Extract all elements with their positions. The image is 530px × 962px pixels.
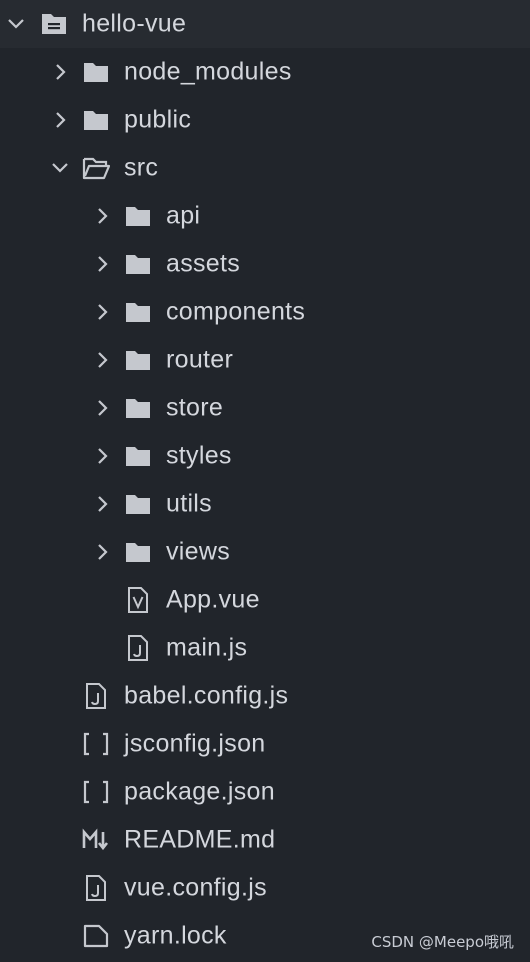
tree-item-label: router — [166, 345, 234, 374]
tree-item-label: babel.config.js — [124, 681, 289, 710]
tree-item-label: App.vue — [166, 585, 260, 614]
tree-item-label: assets — [166, 249, 241, 278]
tree-item-assets[interactable]: assets — [0, 240, 530, 288]
chevron-right-icon[interactable] — [48, 108, 72, 132]
folder-open-icon — [82, 154, 110, 182]
tree-item-label: public — [124, 105, 192, 134]
folder-icon — [82, 58, 110, 86]
tree-item-label: utils — [166, 489, 212, 518]
folder-icon — [124, 202, 152, 230]
tree-item-app-vue[interactable]: App.vue — [0, 576, 530, 624]
tree-item-label: views — [166, 537, 231, 566]
folder-icon — [124, 490, 152, 518]
markdown-file-icon — [82, 826, 110, 854]
json-file-icon — [82, 730, 110, 758]
folder-icon — [82, 106, 110, 134]
watermark: CSDN @Meepo哦吼 — [371, 933, 514, 951]
tree-item-label: package.json — [124, 777, 275, 806]
file-icon — [82, 922, 110, 950]
tree-item-label: components — [166, 297, 306, 326]
tree-item-label: vue.config.js — [124, 873, 267, 902]
folder-open-icon — [40, 10, 68, 38]
tree-item-label: main.js — [166, 633, 248, 662]
tree-item-hello-vue[interactable]: hello-vue — [0, 0, 530, 48]
tree-item-label: node_modules — [124, 57, 292, 86]
tree-item-label: jsconfig.json — [124, 729, 266, 758]
tree-item-label: README.md — [124, 825, 276, 854]
chevron-right-icon[interactable] — [90, 300, 114, 324]
tree-item-public[interactable]: public — [0, 96, 530, 144]
tree-item-views[interactable]: views — [0, 528, 530, 576]
chevron-down-icon[interactable] — [48, 156, 72, 180]
tree-item-router[interactable]: router — [0, 336, 530, 384]
folder-icon — [124, 250, 152, 278]
tree-item-api[interactable]: api — [0, 192, 530, 240]
tree-item-styles[interactable]: styles — [0, 432, 530, 480]
chevron-right-icon[interactable] — [48, 60, 72, 84]
tree-item-label: styles — [166, 441, 232, 470]
tree-item-label: src — [124, 153, 159, 182]
js-file-icon — [82, 682, 110, 710]
vue-file-icon — [124, 586, 152, 614]
folder-icon — [124, 394, 152, 422]
tree-item-utils[interactable]: utils — [0, 480, 530, 528]
chevron-down-icon[interactable] — [4, 12, 28, 36]
tree-item-label: yarn.lock — [124, 921, 227, 950]
chevron-right-icon[interactable] — [90, 492, 114, 516]
tree-item-components[interactable]: components — [0, 288, 530, 336]
tree-item-babel-config-js[interactable]: babel.config.js — [0, 672, 530, 720]
tree-item-readme-md[interactable]: README.md — [0, 816, 530, 864]
tree-item-label: store — [166, 393, 224, 422]
chevron-right-icon[interactable] — [90, 444, 114, 468]
folder-icon — [124, 346, 152, 374]
js-file-icon — [124, 634, 152, 662]
tree-item-src[interactable]: src — [0, 144, 530, 192]
folder-icon — [124, 538, 152, 566]
js-file-icon — [82, 874, 110, 902]
tree-item-label: api — [166, 201, 201, 230]
tree-item-vue-config-js[interactable]: vue.config.js — [0, 864, 530, 912]
chevron-right-icon[interactable] — [90, 252, 114, 276]
folder-icon — [124, 442, 152, 470]
tree-item-package-json[interactable]: package.json — [0, 768, 530, 816]
file-explorer-tree: hello-vue node_modules public src api as… — [0, 0, 530, 960]
folder-icon — [124, 298, 152, 326]
chevron-right-icon[interactable] — [90, 348, 114, 372]
chevron-right-icon[interactable] — [90, 204, 114, 228]
tree-item-label: hello-vue — [82, 9, 187, 38]
chevron-right-icon[interactable] — [90, 396, 114, 420]
chevron-right-icon[interactable] — [90, 540, 114, 564]
tree-item-jsconfig-json[interactable]: jsconfig.json — [0, 720, 530, 768]
json-file-icon — [82, 778, 110, 806]
tree-item-node-modules[interactable]: node_modules — [0, 48, 530, 96]
tree-item-main-js[interactable]: main.js — [0, 624, 530, 672]
tree-item-store[interactable]: store — [0, 384, 530, 432]
